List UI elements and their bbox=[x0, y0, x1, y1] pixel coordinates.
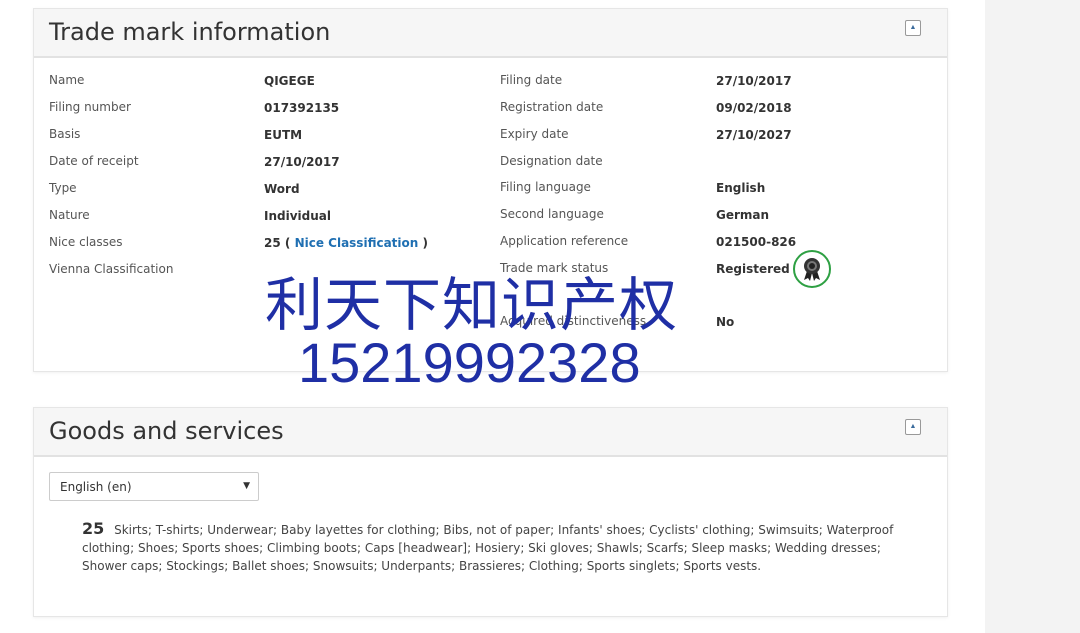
label-basis: Basis bbox=[49, 127, 81, 141]
label-expiry-date: Expiry date bbox=[500, 127, 569, 141]
collapse-trademark-button[interactable]: ▲ bbox=[905, 20, 921, 36]
goods-class-number: 25 bbox=[82, 519, 105, 538]
value-acquired-distinctiveness: No bbox=[716, 315, 735, 329]
label-nice-classes: Nice classes bbox=[49, 235, 123, 249]
ribbon-award-icon bbox=[793, 250, 831, 288]
value-date-of-receipt: 27/10/2017 bbox=[264, 155, 340, 169]
value-nice-classes: 25 ( Nice Classification ) bbox=[264, 236, 428, 250]
label-vienna-classification: Vienna Classification bbox=[49, 262, 174, 276]
trademark-panel-title: Trade mark information bbox=[49, 18, 331, 46]
value-application-reference: 021500-826 bbox=[716, 235, 797, 249]
value-type: Word bbox=[264, 182, 300, 196]
nice-classification-link[interactable]: Nice Classification bbox=[295, 236, 419, 250]
nice-classes-number: 25 ( bbox=[264, 236, 291, 250]
label-date-of-receipt: Date of receipt bbox=[49, 154, 139, 168]
label-filing-number: Filing number bbox=[49, 100, 131, 114]
label-filing-language: Filing language bbox=[500, 180, 591, 194]
value-filing-date: 27/10/2017 bbox=[716, 74, 792, 88]
label-nature: Nature bbox=[49, 208, 90, 222]
goods-services-list: 25 Skirts; T-shirts; Underwear; Baby lay… bbox=[82, 520, 922, 575]
page-side-background bbox=[985, 0, 1080, 633]
label-second-language: Second language bbox=[500, 207, 604, 221]
label-filing-date: Filing date bbox=[500, 73, 563, 87]
language-select[interactable]: English (en) ▼ bbox=[49, 472, 259, 501]
value-basis: EUTM bbox=[264, 128, 303, 142]
goods-panel-title: Goods and services bbox=[49, 417, 284, 445]
value-second-language: German bbox=[716, 208, 770, 222]
label-application-reference: Application reference bbox=[500, 234, 629, 248]
value-filing-language: English bbox=[716, 181, 766, 195]
value-registration-date: 09/02/2018 bbox=[716, 101, 792, 115]
label-type: Type bbox=[49, 181, 77, 195]
watermark-phone-number: 15219992328 bbox=[298, 331, 641, 394]
nice-classes-suffix: ) bbox=[422, 236, 428, 250]
goods-services-panel: Goods and services ▲ English (en) ▼ 25 S… bbox=[33, 407, 948, 617]
value-name: QIGEGE bbox=[264, 74, 315, 88]
goods-class-description: Skirts; T-shirts; Underwear; Baby layett… bbox=[82, 523, 894, 573]
chevron-down-icon: ▼ bbox=[243, 481, 250, 491]
value-filing-number: 017392135 bbox=[264, 101, 340, 115]
goods-panel-header: Goods and services ▲ bbox=[34, 408, 947, 457]
collapse-goods-button[interactable]: ▲ bbox=[905, 419, 921, 435]
value-trade-mark-status: Registered bbox=[716, 262, 790, 276]
trademark-panel-header: Trade mark information ▲ bbox=[34, 9, 947, 58]
value-expiry-date: 27/10/2027 bbox=[716, 128, 792, 142]
value-nature: Individual bbox=[264, 209, 331, 223]
label-registration-date: Registration date bbox=[500, 100, 604, 114]
label-name: Name bbox=[49, 73, 85, 87]
language-select-value: English (en) bbox=[60, 480, 132, 494]
label-designation-date: Designation date bbox=[500, 154, 603, 168]
